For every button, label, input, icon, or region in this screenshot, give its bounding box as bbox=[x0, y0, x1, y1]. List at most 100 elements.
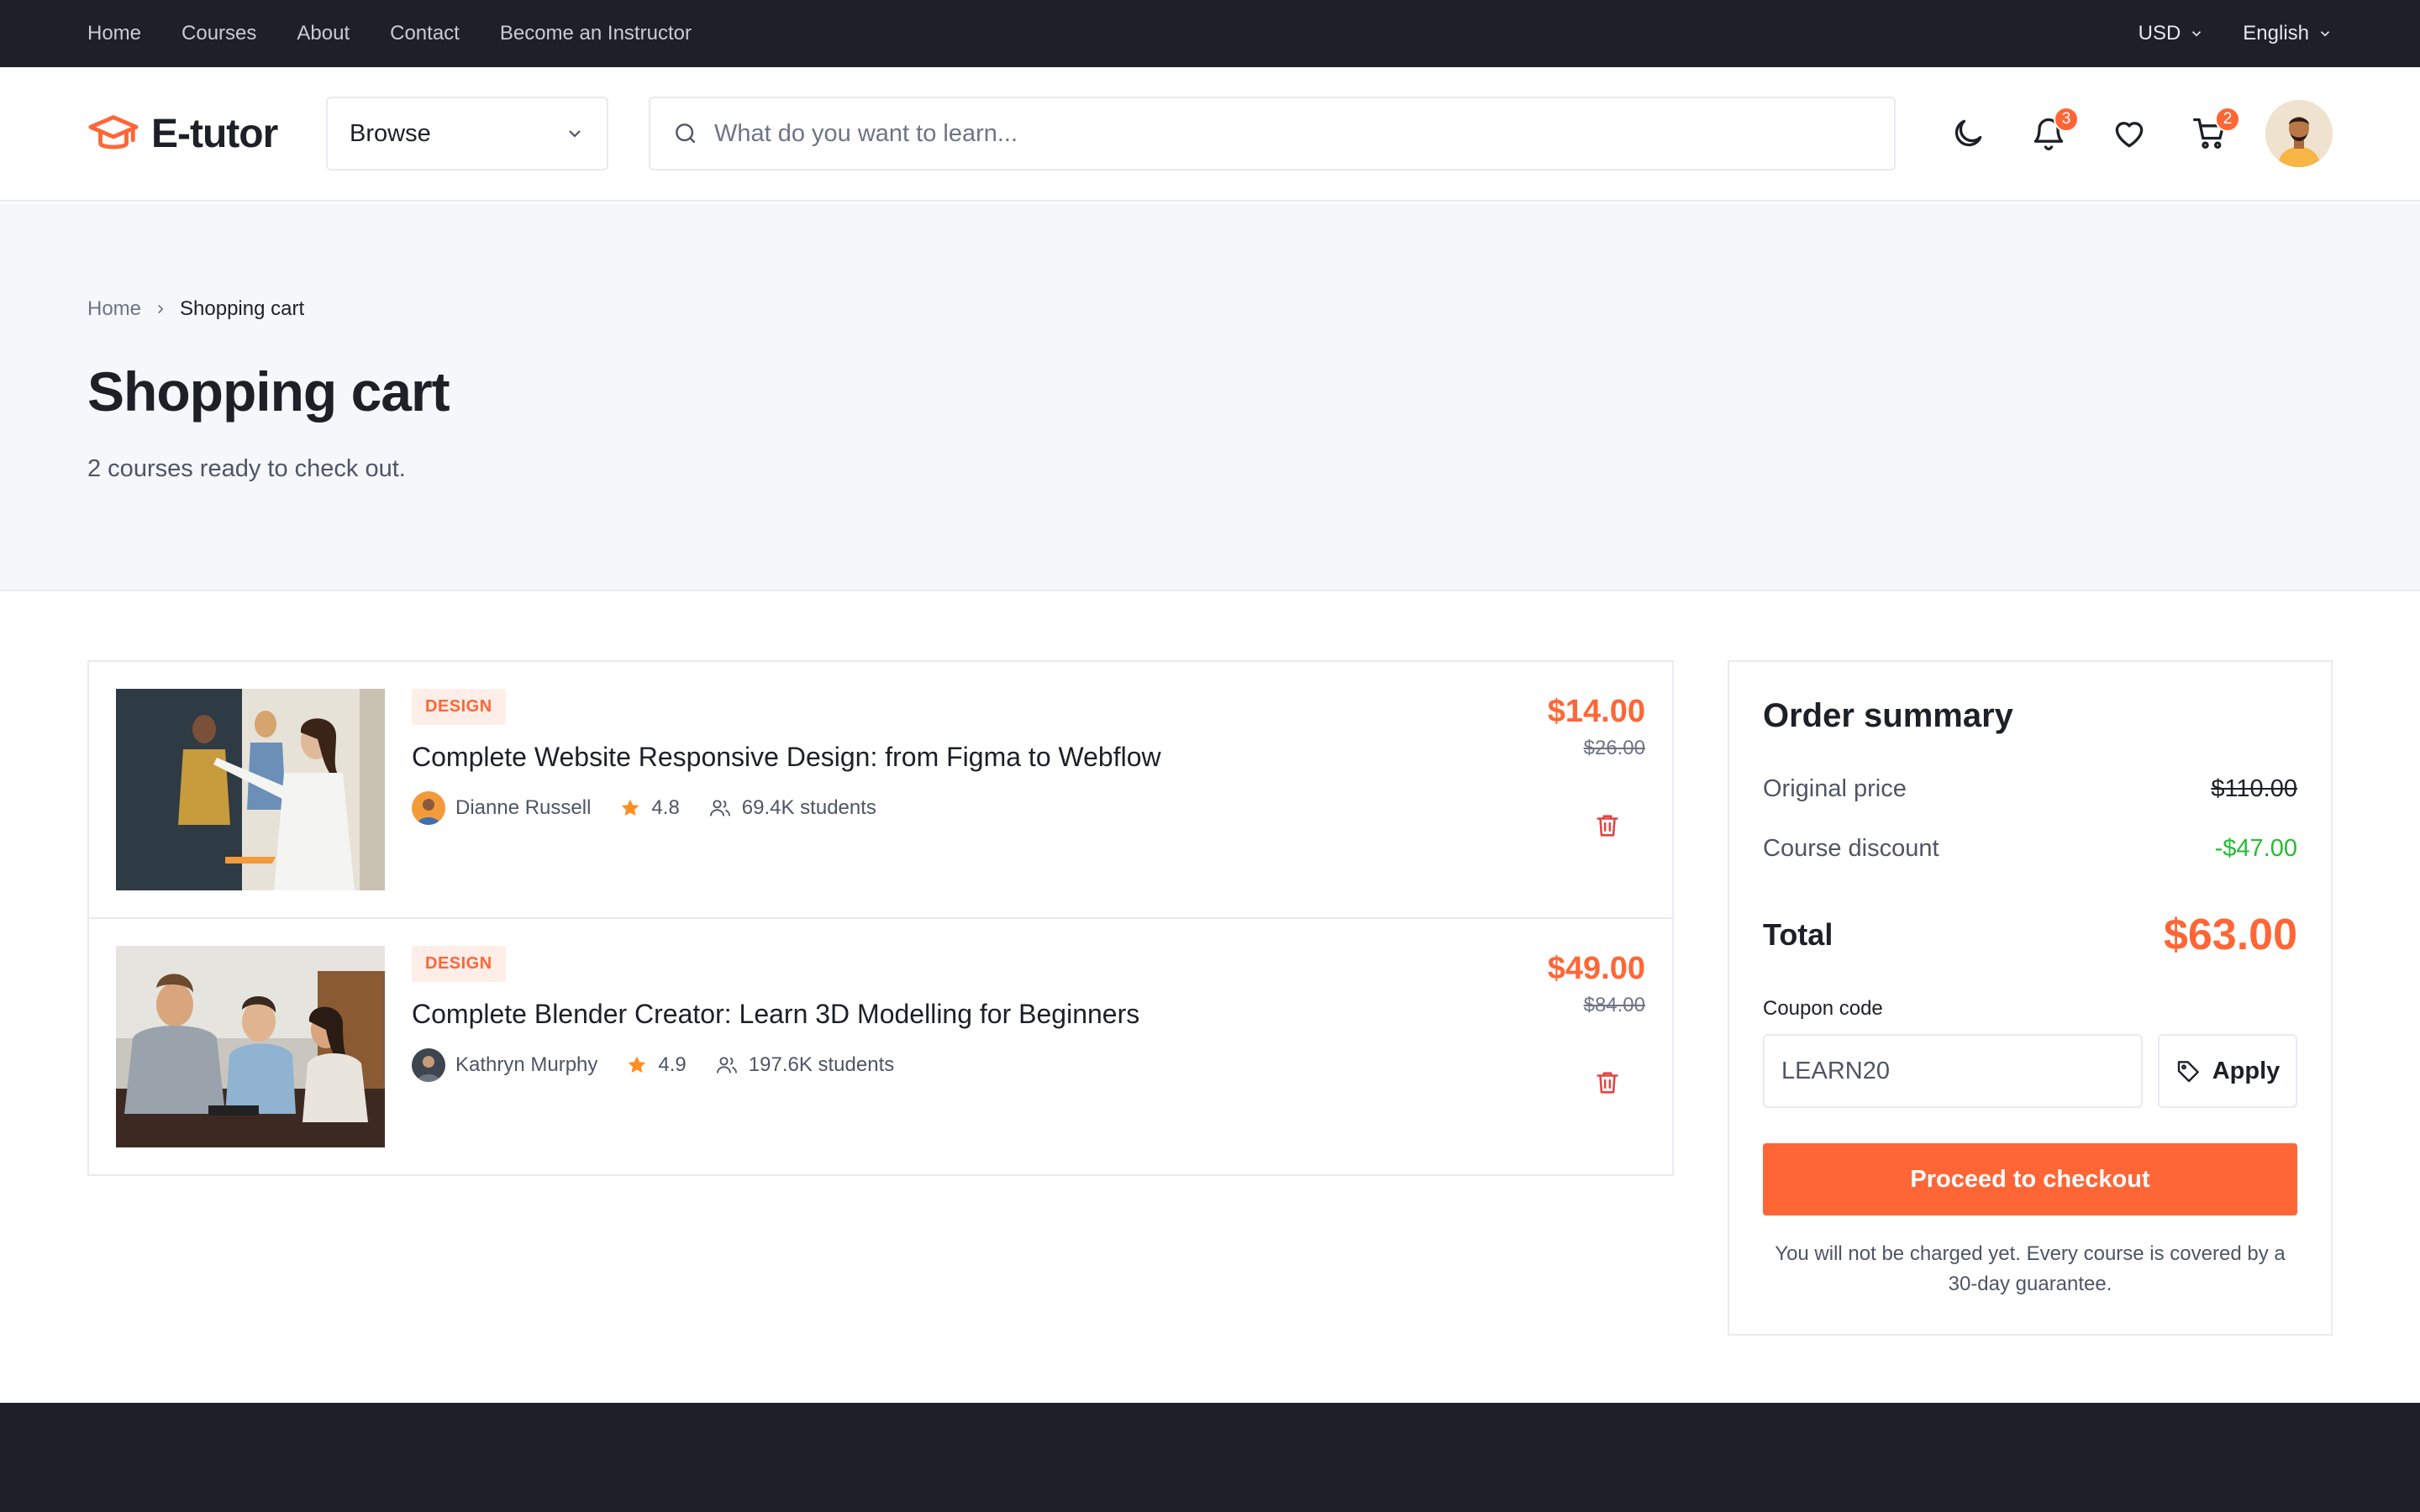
course-image bbox=[116, 689, 385, 890]
top-bar: Home Courses About Contact Become an Ins… bbox=[0, 0, 2420, 67]
category-badge: DESIGN bbox=[412, 946, 506, 982]
coupon-row: Apply bbox=[1763, 1034, 2297, 1108]
instructor-avatar bbox=[412, 791, 445, 825]
course-info: DESIGN Complete Blender Creator: Learn 3… bbox=[412, 946, 1386, 1082]
discount-label: Course discount bbox=[1763, 835, 1939, 862]
course-title[interactable]: Complete Website Responsive Design: from… bbox=[412, 742, 1386, 773]
apply-label: Apply bbox=[2212, 1057, 2281, 1084]
discount-row: Course discount -$47.00 bbox=[1763, 835, 2297, 863]
notifications-button[interactable]: 3 bbox=[2030, 107, 2079, 152]
course-thumbnail[interactable] bbox=[116, 946, 385, 1147]
cart-item: DESIGN Complete Blender Creator: Learn 3… bbox=[89, 919, 1672, 1174]
breadcrumb-current: Shopping cart bbox=[180, 297, 305, 320]
summary-title: Order summary bbox=[1763, 697, 2013, 734]
top-nav-contact[interactable]: Contact bbox=[390, 22, 460, 45]
top-nav-become-instructor[interactable]: Become an Instructor bbox=[500, 22, 692, 45]
instructor-avatar bbox=[412, 1048, 445, 1082]
dark-mode-toggle[interactable] bbox=[1949, 115, 1986, 152]
search-input[interactable] bbox=[713, 119, 1872, 148]
search-box bbox=[649, 97, 1896, 171]
course-rating: 4.9 bbox=[626, 1053, 687, 1077]
course-price: $49.00 bbox=[1547, 951, 1645, 986]
chevron-down-icon bbox=[2320, 31, 2330, 37]
discount-value: -$47.00 bbox=[2214, 835, 2297, 862]
search-icon bbox=[676, 123, 696, 144]
apply-coupon-button[interactable]: Apply bbox=[2158, 1034, 2297, 1108]
proceed-to-checkout-button[interactable]: Proceed to checkout bbox=[1763, 1143, 2297, 1215]
course-price: $14.00 bbox=[1547, 694, 1645, 729]
page-subtitle: 2 courses ready to check out. bbox=[87, 455, 406, 482]
star-icon bbox=[629, 1056, 646, 1073]
browse-dropdown[interactable]: Browse bbox=[326, 97, 608, 171]
course-original-price: $84.00 bbox=[1583, 994, 1645, 1016]
total-row: Total $63.00 bbox=[1763, 910, 2297, 960]
rating-value: 4.8 bbox=[651, 796, 680, 819]
notifications-badge: 3 bbox=[2054, 107, 2079, 132]
footer bbox=[0, 1403, 2420, 1512]
remove-item-button[interactable] bbox=[1593, 811, 1622, 840]
header-icons: 3 2 bbox=[1949, 100, 2333, 167]
cart-button[interactable]: 2 bbox=[2191, 107, 2240, 152]
course-prices: $14.00 $26.00 bbox=[1548, 694, 1645, 760]
top-nav-home[interactable]: Home bbox=[87, 22, 141, 45]
currency-select[interactable]: USD bbox=[2139, 22, 2205, 45]
coupon-input[interactable] bbox=[1763, 1034, 2143, 1108]
course-students: 197.6K students bbox=[715, 1053, 894, 1077]
course-meta: Kathryn Murphy 4.9 197.6K students bbox=[412, 1048, 1386, 1082]
course-students: 69.4K students bbox=[708, 796, 876, 820]
language-select[interactable]: English bbox=[2243, 22, 2333, 45]
total-value: $63.00 bbox=[2163, 911, 2297, 959]
language-label: English bbox=[2243, 22, 2309, 45]
instructor[interactable]: Dianne Russell bbox=[412, 791, 591, 825]
page-title: Shopping cart bbox=[87, 360, 450, 423]
graduation-cap-icon bbox=[88, 115, 139, 150]
total-label: Total bbox=[1763, 917, 1833, 952]
course-thumbnail[interactable] bbox=[116, 689, 385, 890]
moon-icon bbox=[1954, 119, 1982, 147]
main-header: E-tutor Browse 3 2 bbox=[0, 67, 2420, 202]
chevron-down-icon bbox=[569, 130, 581, 138]
top-nav-courses[interactable]: Courses bbox=[182, 22, 256, 45]
remove-item-button[interactable] bbox=[1593, 1068, 1622, 1097]
original-price-label: Original price bbox=[1763, 775, 1907, 802]
chevron-right-icon bbox=[158, 304, 164, 314]
star-icon bbox=[622, 799, 639, 816]
browse-label: Browse bbox=[350, 119, 431, 147]
course-info: DESIGN Complete Website Responsive Desig… bbox=[412, 689, 1386, 825]
wishlist-button[interactable] bbox=[2111, 115, 2148, 152]
breadcrumb: Home Shopping cart bbox=[87, 297, 2333, 321]
instructor[interactable]: Kathryn Murphy bbox=[412, 1048, 597, 1082]
tag-icon bbox=[2177, 1061, 2199, 1083]
cart-list: DESIGN Complete Website Responsive Desig… bbox=[87, 660, 1674, 1176]
instructor-name: Kathryn Murphy bbox=[455, 1053, 598, 1076]
cart-badge: 2 bbox=[2215, 107, 2240, 132]
course-original-price: $26.00 bbox=[1583, 737, 1645, 759]
breadcrumb-home[interactable]: Home bbox=[87, 297, 141, 321]
course-meta: Dianne Russell 4.8 69.4K students bbox=[412, 791, 1386, 825]
order-summary: Order summary Original price $110.00 Cou… bbox=[1728, 660, 2333, 1336]
original-price-value: $110.00 bbox=[2211, 775, 2297, 802]
cart-item: DESIGN Complete Website Responsive Desig… bbox=[89, 662, 1672, 919]
users-icon bbox=[716, 1057, 737, 1074]
rating-value: 4.9 bbox=[658, 1053, 687, 1076]
trash-icon bbox=[1597, 815, 1618, 837]
guarantee-note: You will not be charged yet. Every cours… bbox=[1775, 1242, 2286, 1295]
users-icon bbox=[709, 800, 730, 816]
original-price-row: Original price $110.00 bbox=[1763, 775, 2297, 803]
trash-icon bbox=[1597, 1072, 1618, 1094]
heart-icon bbox=[2115, 122, 2144, 148]
page-hero: Home Shopping cart Shopping cart 2 cours… bbox=[0, 203, 2420, 591]
coupon-label: Coupon code bbox=[1763, 997, 1883, 1020]
course-rating: 4.8 bbox=[619, 796, 680, 820]
chevron-down-icon bbox=[2192, 31, 2202, 37]
students-count: 197.6K students bbox=[748, 1053, 895, 1076]
category-badge: DESIGN bbox=[412, 689, 506, 725]
logo[interactable]: E-tutor bbox=[87, 108, 326, 160]
avatar[interactable] bbox=[2265, 100, 2333, 167]
top-right-controls: USD English bbox=[2139, 22, 2333, 45]
top-nav-about[interactable]: About bbox=[297, 22, 350, 45]
course-title[interactable]: Complete Blender Creator: Learn 3D Model… bbox=[412, 999, 1386, 1030]
currency-label: USD bbox=[2138, 22, 2181, 45]
top-nav: Home Courses About Contact Become an Ins… bbox=[87, 22, 692, 45]
course-prices: $49.00 $84.00 bbox=[1548, 951, 1645, 1017]
